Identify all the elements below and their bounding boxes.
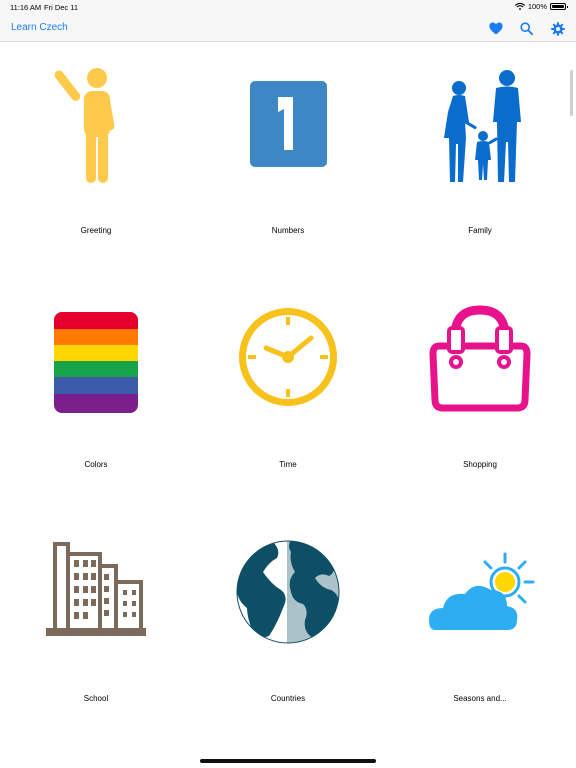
category-time[interactable]: Time — [192, 276, 384, 510]
category-label: Time — [279, 460, 297, 469]
status-time: 11:16 AM — [10, 3, 42, 12]
category-label: Greeting — [80, 226, 112, 235]
home-indicator[interactable] — [200, 759, 376, 763]
status-bar: 11:16 AM Fri Dec 11 100% — [0, 0, 576, 14]
category-family[interactable]: Family — [384, 42, 576, 276]
app-title: Learn Czech — [11, 22, 68, 33]
search-button[interactable] — [518, 20, 535, 37]
category-label: Numbers — [271, 226, 305, 235]
wifi-icon — [514, 2, 525, 10]
category-label: School — [83, 694, 109, 703]
family-icon — [444, 70, 521, 182]
category-label: Colors — [84, 460, 108, 469]
category-countries[interactable]: Countries — [192, 510, 384, 744]
status-right: 100% — [514, 2, 568, 11]
nav-actions — [487, 20, 566, 37]
category-label: Shopping — [463, 460, 497, 469]
favorites-button[interactable] — [487, 20, 504, 37]
navigation-bar: Learn Czech — [0, 14, 576, 42]
category-label: Family — [468, 226, 492, 235]
search-icon — [520, 22, 533, 35]
weather-icon — [429, 552, 535, 630]
category-colors[interactable]: Colors — [0, 276, 192, 510]
category-shopping[interactable]: Shopping — [384, 276, 576, 510]
category-greeting[interactable]: Greeting — [0, 42, 192, 276]
category-school[interactable]: School — [0, 510, 192, 744]
handbag-icon — [429, 305, 531, 412]
gear-icon — [550, 21, 565, 36]
category-label: Seasons and... — [453, 694, 507, 703]
clock-icon — [239, 308, 337, 406]
category-label: Countries — [270, 694, 306, 703]
globe-icon — [236, 540, 340, 644]
scroll-indicator[interactable] — [570, 70, 573, 116]
category-seasons[interactable]: Seasons and... — [384, 510, 576, 744]
battery-icon — [550, 3, 568, 10]
status-date: Fri Dec 11 — [44, 3, 79, 12]
battery-percent: 100% — [527, 2, 547, 11]
category-numbers[interactable]: Numbers — [192, 42, 384, 276]
greeting-person-icon — [54, 68, 115, 183]
buildings-icon — [46, 542, 146, 636]
number-one-icon — [250, 81, 327, 167]
heart-icon — [488, 22, 503, 35]
rainbow-icon — [54, 312, 138, 413]
category-grid: Greeting Numbers Family Colors Time Shop… — [0, 42, 576, 752]
settings-button[interactable] — [549, 20, 566, 37]
